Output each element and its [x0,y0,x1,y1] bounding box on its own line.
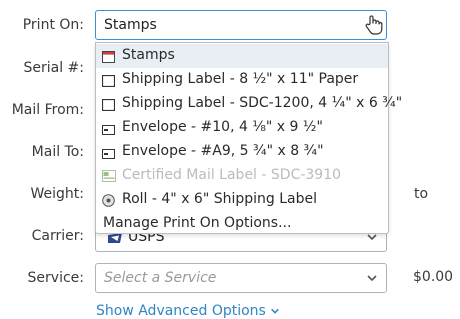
chevron-down-icon [367,275,377,282]
weight-suffix: to [414,186,429,202]
print-on-value: Stamps [104,17,157,33]
serial-label: Serial #: [23,60,84,76]
option-roll-label[interactable]: Roll - 4" x 6" Shipping Label [96,188,388,212]
print-on-dropdown: Stamps Shipping Label - 8 ½" x 11" Paper… [95,42,402,236]
service-label: Service: [27,270,84,286]
option-label: Envelope - #10, 4 ⅛" x 9 ½" [122,119,323,135]
option-label: Shipping Label - SDC-1200, 4 ¼" x 6 ¾" [122,95,403,111]
print-on-label: Print On: [22,17,84,33]
option-stamps[interactable]: Stamps [96,44,388,68]
option-label: Shipping Label - 8 ½" x 11" Paper [122,71,359,87]
option-shipping-label-sdc1200[interactable]: Shipping Label - SDC-1200, 4 ¼" x 6 ¾" [96,92,402,116]
option-shipping-label-paper[interactable]: Shipping Label - 8 ½" x 11" Paper [96,68,388,92]
roll-icon [102,194,115,207]
envelope-icon [102,149,115,159]
option-label: Certified Mail Label - SDC-3910 [122,167,342,183]
option-envelope-10[interactable]: Envelope - #10, 4 ⅛" x 9 ½" [96,116,388,140]
stamp-icon [102,51,115,63]
service-price: $0.00 [413,269,454,285]
label-sheet-icon [102,99,115,111]
option-certified-mail-label: Certified Mail Label - SDC-3910 [96,164,388,188]
certified-label-icon [102,170,116,182]
weight-label: Weight: [30,186,85,202]
label-sheet-icon [102,75,115,87]
manage-print-on-options[interactable]: Manage Print On Options... [96,212,388,236]
mail-from-label: Mail From: [11,102,84,118]
print-on-select[interactable]: Stamps [95,10,387,40]
option-envelope-a9[interactable]: Envelope - #A9, 5 ¾" x 8 ¾" [96,140,388,164]
service-select[interactable]: Select a Service [95,263,387,293]
hand-cursor-icon [365,15,383,35]
mail-to-label: Mail To: [31,144,84,160]
carrier-label: Carrier: [31,228,84,244]
show-advanced-options-link[interactable]: Show Advanced Options [96,303,280,319]
option-label: Roll - 4" x 6" Shipping Label [122,191,318,207]
envelope-icon [102,125,115,135]
option-label: Stamps [122,47,175,63]
service-placeholder: Select a Service [104,270,217,286]
manage-print-on-options-label: Manage Print On Options... [103,215,292,231]
option-label: Envelope - #A9, 5 ¾" x 8 ¾" [122,143,324,159]
show-advanced-options-label: Show Advanced Options [96,303,266,319]
